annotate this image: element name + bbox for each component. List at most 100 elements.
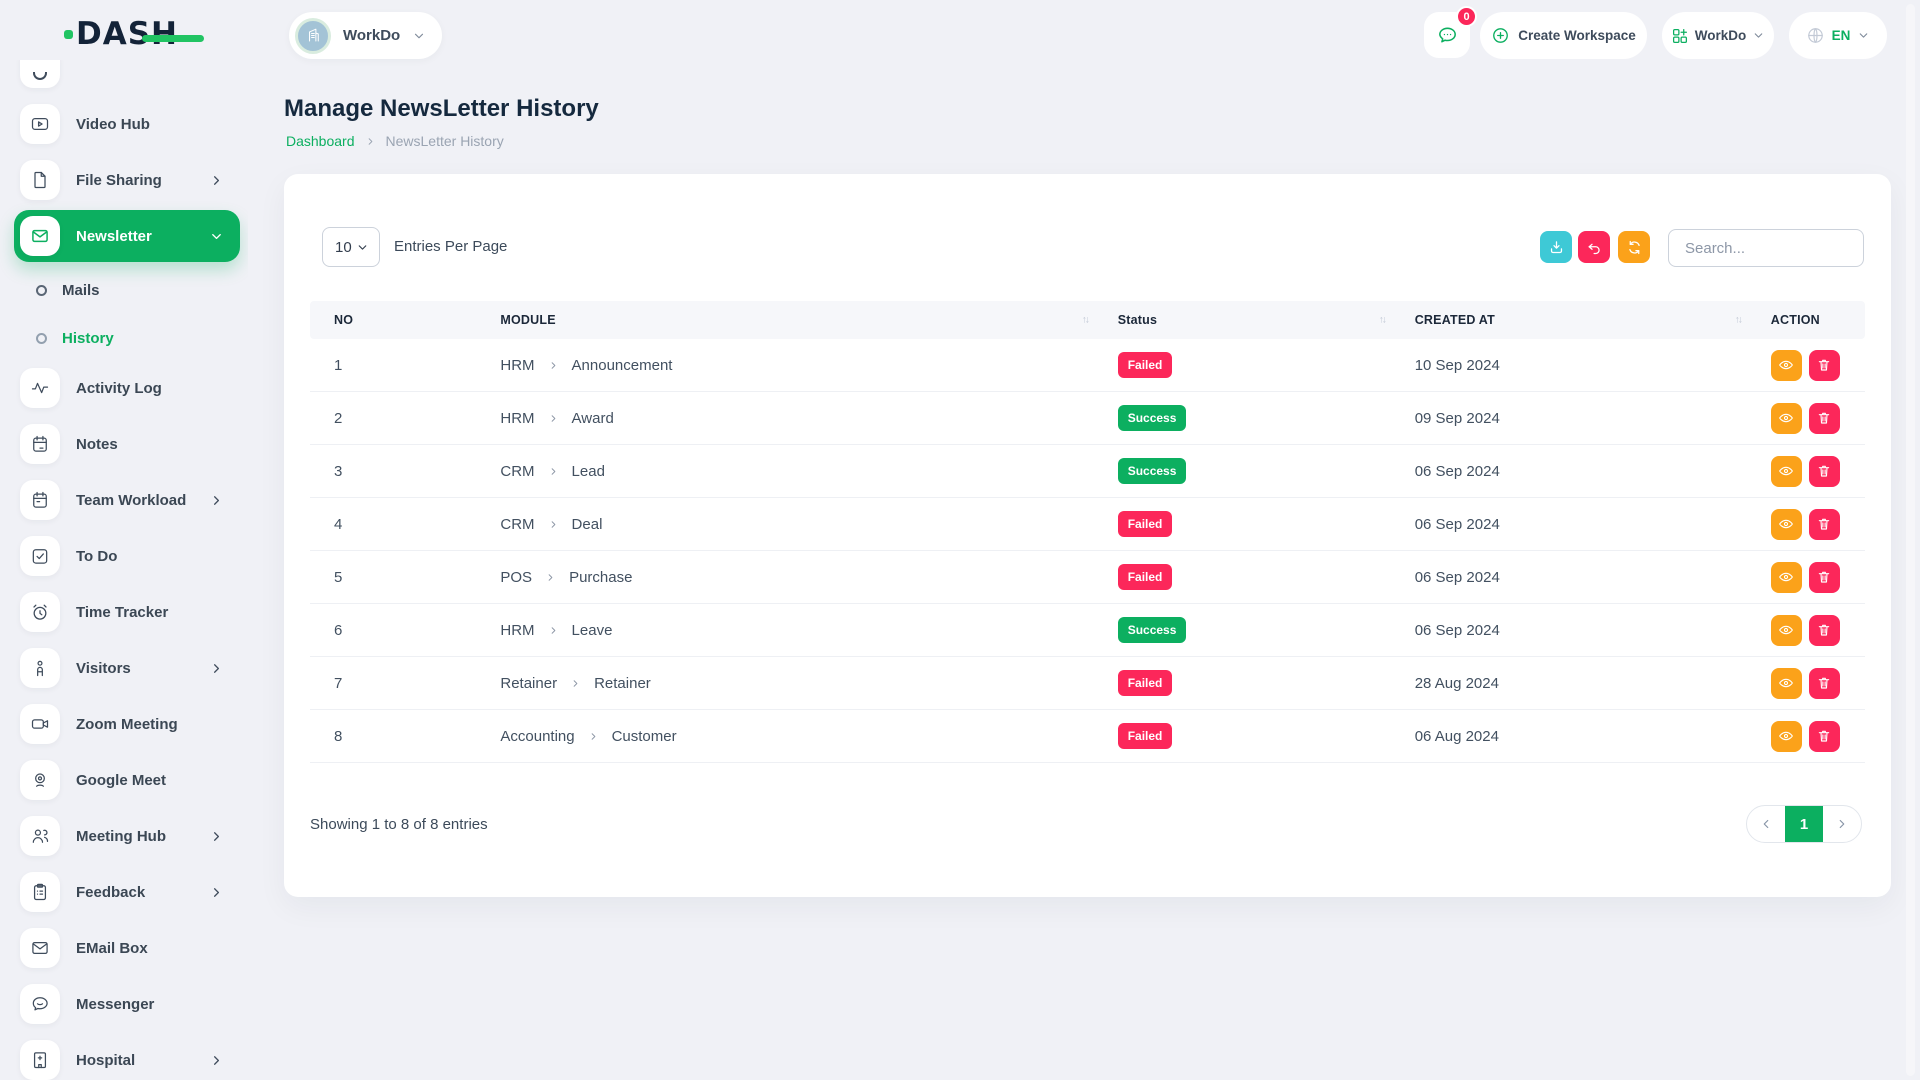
- sidebar-item-team-workload[interactable]: Team Workload: [20, 480, 226, 520]
- view-button[interactable]: [1771, 562, 1802, 593]
- create-workspace-button[interactable]: Create Workspace: [1480, 12, 1647, 59]
- cell-action: [1747, 456, 1865, 487]
- history-table: NO MODULE↑↓ Status↑↓ CREATED AT↑↓ ACTION…: [310, 301, 1865, 763]
- status-badge: Failed: [1118, 352, 1173, 378]
- delete-button[interactable]: [1809, 562, 1840, 593]
- eye-icon: [1778, 675, 1794, 691]
- sidebar-item-hospital[interactable]: Hospital: [20, 1040, 226, 1080]
- sidebar-item-newsletter[interactable]: Newsletter: [14, 210, 240, 262]
- entries-per-page-select[interactable]: 10: [322, 227, 380, 267]
- partial-icon: [20, 60, 60, 88]
- cell-status: Success: [1094, 405, 1391, 431]
- sidebar-item-label: EMail Box: [76, 940, 148, 957]
- view-button[interactable]: [1771, 668, 1802, 699]
- sidebar-item-label: Hospital: [76, 1052, 135, 1069]
- delete-button[interactable]: [1809, 668, 1840, 699]
- refresh-button[interactable]: [1618, 231, 1650, 263]
- column-header-module[interactable]: MODULE↑↓: [476, 313, 1093, 327]
- breadcrumb-dashboard-link[interactable]: Dashboard: [286, 133, 355, 149]
- logo-bar: [142, 35, 204, 42]
- workspace-name: WorkDo: [343, 27, 400, 44]
- sidebar-item-mails[interactable]: Mails: [36, 276, 248, 304]
- bullet-icon: [36, 333, 47, 344]
- globe-icon: [1806, 26, 1825, 45]
- sidebar-item-file-sharing[interactable]: File Sharing: [20, 160, 226, 200]
- sidebar-item-feedback[interactable]: Feedback: [20, 872, 226, 912]
- view-button[interactable]: [1771, 615, 1802, 646]
- cell-created-at: 28 Aug 2024: [1391, 675, 1747, 692]
- chevron-right-icon: [1835, 817, 1849, 831]
- status-badge: Failed: [1118, 723, 1173, 749]
- workspace-avatar: [295, 18, 331, 54]
- delete-button[interactable]: [1809, 721, 1840, 752]
- page-scrollbar[interactable]: [1906, 4, 1915, 1076]
- workspace-selector[interactable]: WorkDo: [289, 12, 442, 59]
- sidebar-item-messenger[interactable]: Messenger: [20, 984, 226, 1024]
- sidebar-item-notes[interactable]: Notes: [20, 424, 226, 464]
- sidebar-item-email-box[interactable]: EMail Box: [20, 928, 226, 968]
- sidebar-item-time-tracker[interactable]: Time Tracker: [20, 592, 226, 632]
- sidebar-item-label: Google Meet: [76, 772, 166, 789]
- cell-module: HRMAward: [476, 410, 1093, 427]
- cell-action: [1747, 721, 1865, 752]
- column-header-status[interactable]: Status↑↓: [1094, 313, 1391, 327]
- delete-button[interactable]: [1809, 350, 1840, 381]
- chat-bubble-icon: [1436, 24, 1459, 47]
- chevron-down-icon: [412, 29, 426, 43]
- pagination-next-button[interactable]: [1823, 806, 1861, 842]
- sidebar-item-video-hub[interactable]: Video Hub: [20, 104, 226, 144]
- breadcrumb: Dashboard NewsLetter History: [286, 133, 504, 149]
- sidebar-item-label: Video Hub: [76, 116, 150, 133]
- sidebar: Video Hub File Sharing Newsletter Mails Hist…: [0, 60, 248, 1080]
- view-button[interactable]: [1771, 456, 1802, 487]
- language-selector[interactable]: EN: [1789, 12, 1887, 59]
- search-input[interactable]: [1668, 229, 1864, 267]
- view-button[interactable]: [1771, 509, 1802, 540]
- notifications-button[interactable]: 0: [1424, 12, 1470, 58]
- chevron-right-icon: [209, 661, 224, 676]
- cell-created-at: 06 Sep 2024: [1391, 516, 1747, 533]
- chevron-right-icon: [209, 885, 224, 900]
- pagination-prev-button[interactable]: [1747, 806, 1785, 842]
- sort-icon: ↑↓: [1735, 315, 1741, 326]
- workspace-switcher-button[interactable]: WorkDo: [1662, 12, 1774, 59]
- table-header-row: NO MODULE↑↓ Status↑↓ CREATED AT↑↓ ACTION: [310, 301, 1865, 339]
- view-button[interactable]: [1771, 350, 1802, 381]
- view-button[interactable]: [1771, 403, 1802, 434]
- notes-icon: [20, 424, 60, 464]
- sidebar-item-to-do[interactable]: To Do: [20, 536, 226, 576]
- video-hub-icon: [20, 104, 60, 144]
- visitors-icon: [20, 648, 60, 688]
- pagination-page-1[interactable]: 1: [1785, 806, 1823, 842]
- trash-icon: [1816, 516, 1832, 532]
- sidebar-item-partial[interactable]: [20, 60, 226, 88]
- delete-button[interactable]: [1809, 403, 1840, 434]
- zoom-meeting-icon: [20, 704, 60, 744]
- time-tracker-icon: [20, 592, 60, 632]
- sidebar-item-zoom-meeting[interactable]: Zoom Meeting: [20, 704, 226, 744]
- column-header-created-at[interactable]: CREATED AT↑↓: [1391, 313, 1747, 327]
- sidebar-item-meeting-hub[interactable]: Meeting Hub: [20, 816, 226, 856]
- sidebar-item-visitors[interactable]: Visitors: [20, 648, 226, 688]
- to-do-icon: [20, 536, 60, 576]
- app-logo[interactable]: DASH: [64, 16, 178, 52]
- view-button[interactable]: [1771, 721, 1802, 752]
- delete-button[interactable]: [1809, 615, 1840, 646]
- delete-button[interactable]: [1809, 456, 1840, 487]
- feedback-icon: [20, 872, 60, 912]
- table-row: 4CRMDealFailed06 Sep 2024: [310, 498, 1865, 551]
- cell-created-at: 06 Sep 2024: [1391, 569, 1747, 586]
- cell-module: POSPurchase: [476, 569, 1093, 586]
- export-download-button[interactable]: [1540, 231, 1572, 263]
- messenger-icon: [20, 984, 60, 1024]
- table-row: 6HRMLeaveSuccess06 Sep 2024: [310, 604, 1865, 657]
- sidebar-item-google-meet[interactable]: Google Meet: [20, 760, 226, 800]
- chevron-right-icon: [548, 466, 559, 477]
- undo-button[interactable]: [1578, 231, 1610, 263]
- sidebar-item-activity-log[interactable]: Activity Log: [20, 368, 226, 408]
- delete-button[interactable]: [1809, 509, 1840, 540]
- meeting-hub-icon: [20, 816, 60, 856]
- table-row: 2HRMAwardSuccess09 Sep 2024: [310, 392, 1865, 445]
- status-badge: Success: [1118, 458, 1187, 484]
- sidebar-item-history[interactable]: History: [36, 324, 248, 352]
